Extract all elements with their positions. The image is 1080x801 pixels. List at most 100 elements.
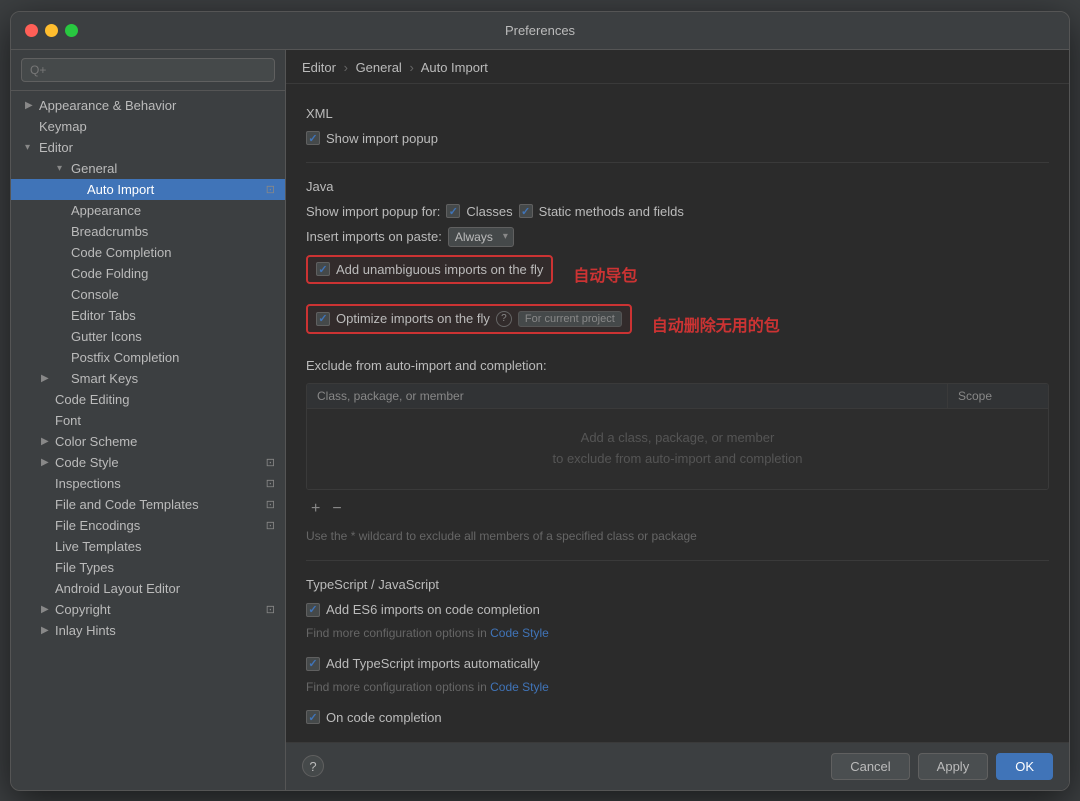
classes-checkbox[interactable] <box>446 204 460 218</box>
window-title: Preferences <box>505 23 575 38</box>
optimize-imports-checkbox[interactable] <box>316 312 330 326</box>
table-header: Class, package, or member Scope <box>307 384 1048 409</box>
minimize-button[interactable] <box>45 24 58 37</box>
page-icon: ⊡ <box>266 603 275 616</box>
sidebar-item-label: File Types <box>55 560 275 575</box>
exclude-section-header: Exclude from auto-import and completion: <box>306 358 1049 373</box>
sidebar-item-android-layout-editor[interactable]: Android Layout Editor <box>11 578 285 599</box>
remove-exclude-button[interactable]: − <box>327 498 346 520</box>
sidebar-item-code-style[interactable]: ▶ Code Style ⊡ <box>11 452 285 473</box>
chevron-icon: ▶ <box>25 100 39 111</box>
sidebar-item-smart-keys[interactable]: ▶ Smart Keys <box>11 368 285 389</box>
sidebar-item-breadcrumbs[interactable]: Breadcrumbs <box>11 221 285 242</box>
add-unambiguous-label: Add unambiguous imports on the fly <box>336 262 543 277</box>
chevron-icon <box>41 499 55 510</box>
static-methods-checkbox[interactable] <box>519 204 533 218</box>
sidebar-item-auto-import[interactable]: Auto Import ⊡ <box>11 179 285 200</box>
search-input[interactable] <box>21 58 275 82</box>
xml-section-header: XML <box>306 106 1049 121</box>
chevron-icon <box>41 541 55 552</box>
show-popup-for-label: Show import popup for: <box>306 204 440 219</box>
chevron-icon: ▾ <box>25 142 39 153</box>
sidebar-item-label: Smart Keys <box>71 371 275 386</box>
page-icon: ⊡ <box>266 498 275 511</box>
optimize-imports-row: Optimize imports on the fly ? For curren… <box>306 304 632 334</box>
on-code-completion-checkbox[interactable] <box>306 710 320 724</box>
add-ts-auto-row: Add TypeScript imports automatically <box>306 656 1049 671</box>
apply-button[interactable]: Apply <box>918 753 989 780</box>
sidebar-item-label: Console <box>71 287 275 302</box>
insert-imports-dropdown[interactable]: Always <box>448 227 514 247</box>
add-unambiguous-checkbox[interactable] <box>316 262 330 276</box>
sidebar-item-font[interactable]: Font <box>11 410 285 431</box>
sidebar-item-copyright[interactable]: ▶ Copyright ⊡ <box>11 599 285 620</box>
java-show-popup-row: Show import popup for: Classes Static me… <box>306 204 1049 219</box>
sidebar-item-file-encodings[interactable]: File Encodings ⊡ <box>11 515 285 536</box>
sidebar-item-editor[interactable]: ▾ Editor <box>11 137 285 158</box>
table-col-scope-header: Scope <box>948 384 1048 408</box>
annotation-unambiguous: 自动导包 <box>573 262 637 286</box>
sidebar-item-file-types[interactable]: File Types <box>11 557 285 578</box>
sidebar-item-gutter-icons[interactable]: Gutter Icons <box>11 326 285 347</box>
chevron-icon <box>41 562 55 573</box>
sidebar-item-label: Editor Tabs <box>71 308 275 323</box>
help-icon[interactable]: ? <box>496 311 512 327</box>
titlebar: Preferences <box>11 12 1069 50</box>
add-es6-row: Add ES6 imports on code completion <box>306 602 1049 617</box>
sidebar-item-postfix-completion[interactable]: Postfix Completion <box>11 347 285 368</box>
insert-imports-row: Insert imports on paste: Always <box>306 227 1049 247</box>
sidebar-item-console[interactable]: Console <box>11 284 285 305</box>
sidebar-item-label: Font <box>55 413 275 428</box>
sidebar-item-editor-tabs[interactable]: Editor Tabs <box>11 305 285 326</box>
page-icon: ⊡ <box>266 477 275 490</box>
sidebar-item-label: Appearance <box>71 203 275 218</box>
sidebar-item-file-code-templates[interactable]: File and Code Templates ⊡ <box>11 494 285 515</box>
add-exclude-button[interactable]: + <box>306 498 325 520</box>
main-content: ▶ Appearance & Behavior Keymap ▾ Editor … <box>11 50 1069 790</box>
sidebar-item-inspections[interactable]: Inspections ⊡ <box>11 473 285 494</box>
breadcrumb-auto-import: Auto Import <box>421 60 488 75</box>
chevron-icon <box>41 520 55 531</box>
sidebar-item-appearance[interactable]: Appearance <box>11 200 285 221</box>
table-col-class-header: Class, package, or member <box>307 384 948 408</box>
sidebar-item-label: Postfix Completion <box>71 350 275 365</box>
sidebar-item-live-templates[interactable]: Live Templates <box>11 536 285 557</box>
maximize-button[interactable] <box>65 24 78 37</box>
sidebar-item-label: Keymap <box>39 119 275 134</box>
sidebar-item-label: Inlay Hints <box>55 623 275 638</box>
find-more-ts2-text: Find more configuration options in <box>306 680 487 694</box>
classes-label: Classes <box>466 204 512 219</box>
sidebar-tree: ▶ Appearance & Behavior Keymap ▾ Editor … <box>11 91 285 790</box>
code-style-link1[interactable]: Code Style <box>490 626 549 640</box>
find-more-ts1: Find more configuration options in Code … <box>306 625 1049 642</box>
table-placeholder-line1: Add a class, package, or member <box>581 430 775 445</box>
sidebar-item-inlay-hints[interactable]: ▶ Inlay Hints <box>11 620 285 641</box>
sidebar-item-general[interactable]: ▾ General <box>11 158 285 179</box>
cancel-button[interactable]: Cancel <box>831 753 909 780</box>
sidebar-item-appearance-behavior[interactable]: ▶ Appearance & Behavior <box>11 95 285 116</box>
sidebar-item-code-folding[interactable]: Code Folding <box>11 263 285 284</box>
ok-button[interactable]: OK <box>996 753 1053 780</box>
chevron-icon <box>41 394 55 405</box>
on-code-completion-label: On code completion <box>326 710 442 725</box>
footer: ? Cancel Apply OK <box>286 742 1069 790</box>
sidebar-item-color-scheme[interactable]: ▶ Color Scheme <box>11 431 285 452</box>
breadcrumb-separator: › <box>409 60 413 75</box>
for-current-project-badge[interactable]: For current project <box>518 311 622 327</box>
add-es6-checkbox[interactable] <box>306 603 320 617</box>
close-button[interactable] <box>25 24 38 37</box>
sidebar-item-label: Live Templates <box>55 539 275 554</box>
sidebar-item-keymap[interactable]: Keymap <box>11 116 285 137</box>
sidebar-item-label: Auto Import <box>87 182 262 197</box>
help-button[interactable]: ? <box>302 755 324 777</box>
xml-show-popup-checkbox[interactable] <box>306 131 320 145</box>
chevron-icon <box>41 583 55 594</box>
add-ts-auto-checkbox[interactable] <box>306 657 320 671</box>
sidebar-item-label: Code Completion <box>71 245 275 260</box>
search-box <box>11 50 285 91</box>
chevron-icon: ▾ <box>57 163 71 174</box>
code-style-link2[interactable]: Code Style <box>490 680 549 694</box>
sidebar-item-code-editing[interactable]: Code Editing <box>11 389 285 410</box>
sidebar-item-code-completion[interactable]: Code Completion <box>11 242 285 263</box>
page-icon: ⊡ <box>266 456 275 469</box>
